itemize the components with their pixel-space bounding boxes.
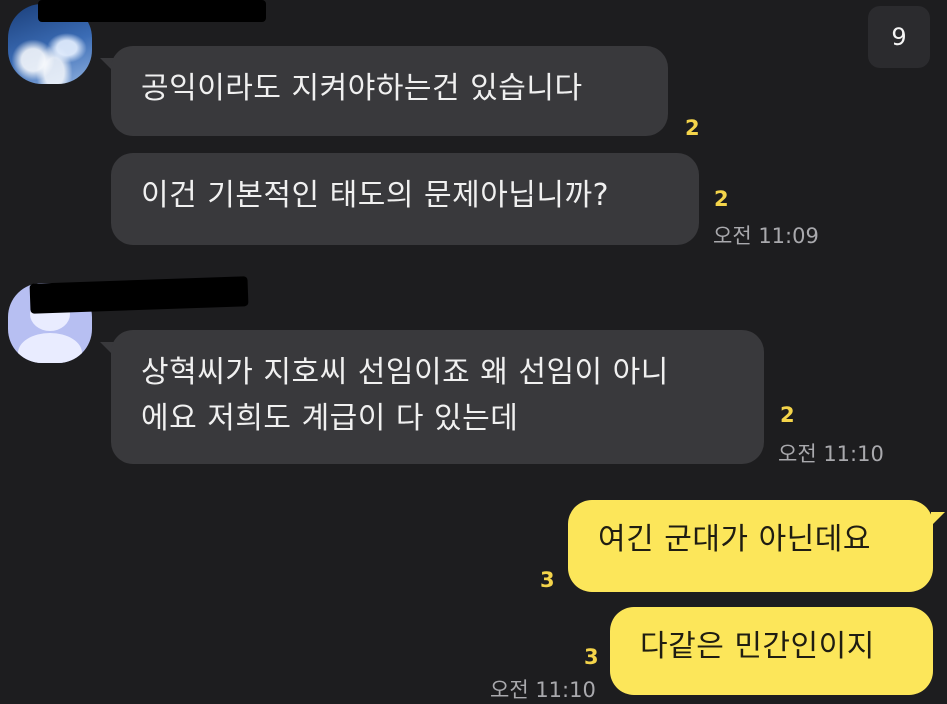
- message-timestamp: 오전 11:09: [713, 224, 819, 248]
- unread-count: 2: [780, 403, 795, 427]
- message-timestamp: 오전 11:10: [778, 442, 884, 466]
- incoming-message-bubble[interactable]: 이건 기본적인 태도의 문제아닙니까?: [111, 153, 699, 245]
- message-text-line: 에요 저희도 계급이 다 있는데: [141, 401, 519, 436]
- message-text: 여긴 군대가 아닌데요: [598, 522, 871, 557]
- unread-count: 3: [540, 568, 555, 592]
- outgoing-message-bubble[interactable]: 다같은 민간인이지: [610, 607, 933, 695]
- message-text: 이건 기본적인 태도의 문제아닙니까?: [141, 178, 610, 213]
- unread-count: 3: [584, 645, 599, 669]
- bubble-tail: [931, 512, 945, 526]
- incoming-message-bubble[interactable]: 공익이라도 지켜야하는건 있습니다: [111, 46, 668, 136]
- message-timestamp: 오전 11:10: [490, 678, 596, 702]
- outgoing-message-bubble[interactable]: 여긴 군대가 아닌데요: [568, 500, 933, 592]
- redacted-sender-name: [38, 0, 266, 22]
- unread-count: 2: [685, 116, 700, 140]
- unread-count-badge[interactable]: 9: [868, 6, 930, 68]
- message-text-line: 상혁씨가 지호씨 선임이죠 왜 선임이 아니: [141, 355, 669, 390]
- message-text: 다같은 민간인이지: [640, 629, 875, 664]
- message-text: 공익이라도 지켜야하는건 있습니다: [141, 71, 583, 106]
- person-icon-body: [18, 333, 82, 363]
- redacted-sender-name: [29, 276, 249, 314]
- unread-count: 2: [714, 187, 729, 211]
- incoming-message-bubble[interactable]: 상혁씨가 지호씨 선임이죠 왜 선임이 아니 에요 저희도 계급이 다 있는데: [111, 330, 764, 464]
